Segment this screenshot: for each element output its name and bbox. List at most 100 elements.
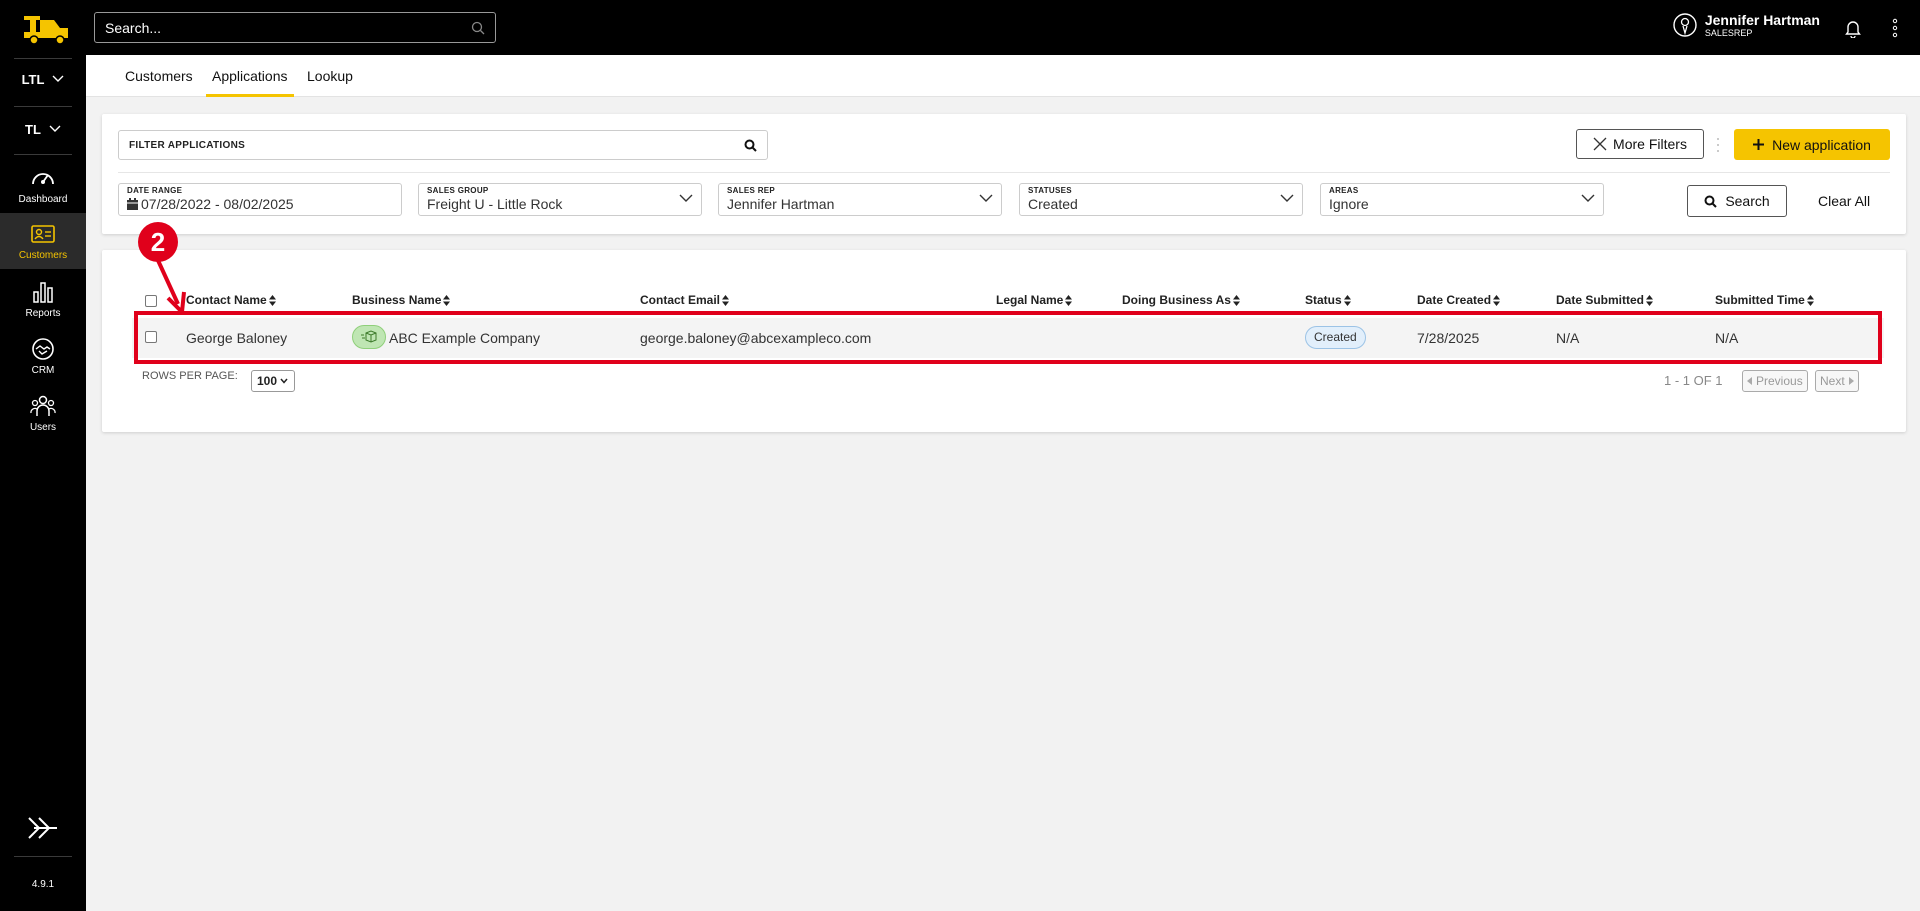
rows-per-page-value: 100 <box>257 374 278 388</box>
chevron-down-icon <box>979 194 993 202</box>
sidebar-item-reports[interactable]: Reports <box>0 271 86 327</box>
truck-logo-icon[interactable] <box>20 10 72 46</box>
more-filters-button[interactable]: More Filters <box>1576 129 1704 159</box>
annotation-arrow-icon <box>154 255 186 314</box>
sidebar-item-label: Customers <box>18 249 68 261</box>
column-header-date-submitted[interactable]: Date Submitted <box>1556 293 1654 307</box>
sidebar-item-users[interactable]: Users <box>0 385 86 441</box>
new-application-button[interactable]: New application <box>1734 129 1890 160</box>
clear-all-button[interactable]: Clear All <box>1818 193 1870 209</box>
user-menu[interactable]: Jennifer Hartman SALESREP <box>1673 12 1820 38</box>
areas-label: AREAS <box>1329 186 1359 195</box>
column-header-label: Contact Email <box>640 293 721 307</box>
sort-icon <box>722 294 730 306</box>
filter-applications-input[interactable]: FILTER APPLICATIONS <box>118 130 768 160</box>
close-icon <box>1593 137 1607 151</box>
column-header-label: Legal Name <box>996 293 1064 307</box>
sort-icon <box>1493 294 1501 306</box>
next-page-button[interactable]: Next <box>1815 370 1859 392</box>
search-icon[interactable] <box>471 21 485 35</box>
sidebar-item-crm[interactable]: CRM <box>0 328 86 384</box>
column-header-doing-business-as[interactable]: Doing Business As <box>1122 293 1240 307</box>
sales-rep-select[interactable]: SALES REP Jennifer Hartman <box>718 183 1002 216</box>
sidebar-item-dashboard[interactable]: Dashboard <box>0 157 86 213</box>
annotation-highlight-box <box>134 311 1882 364</box>
tab-customers[interactable]: Customers <box>119 55 199 97</box>
next-label: Next <box>1820 374 1845 388</box>
bell-icon[interactable] <box>1844 18 1862 38</box>
statuses-select[interactable]: STATUSES Created <box>1019 183 1303 216</box>
date-range-label: DATE RANGE <box>127 186 183 195</box>
rows-per-page-label: ROWS PER PAGE: <box>142 370 238 382</box>
expand-sidebar-icon[interactable] <box>26 815 60 841</box>
sidebar-item-label: CRM <box>31 364 55 376</box>
search-icon <box>1704 195 1718 208</box>
rows-per-page-select[interactable]: 100 <box>251 370 295 392</box>
sort-icon <box>1232 294 1240 306</box>
user-name: Jennifer Hartman <box>1704 12 1820 28</box>
filter-panel: FILTER APPLICATIONS More Filters New app… <box>102 114 1906 234</box>
column-header-legal-name[interactable]: Legal Name <box>996 293 1073 307</box>
column-header-contact-name[interactable]: Contact Name <box>186 293 276 307</box>
sort-icon <box>1646 294 1654 306</box>
chevron-down-icon <box>679 194 693 202</box>
global-search-input[interactable] <box>105 19 471 36</box>
column-header-label: Doing Business As <box>1122 293 1231 307</box>
id-card-icon <box>31 224 55 243</box>
users-icon <box>30 395 56 416</box>
sort-icon <box>443 294 451 306</box>
plus-icon <box>1753 139 1765 150</box>
tab-applications[interactable]: Applications <box>206 55 294 97</box>
statuses-value: Created <box>1028 196 1078 212</box>
column-header-label: Date Submitted <box>1556 293 1645 307</box>
sort-icon <box>1065 294 1073 306</box>
date-range-picker[interactable]: DATE RANGE 07/28/2022 - 08/02/2025 <box>118 183 402 216</box>
sidebar-dropdown-label: TL <box>25 121 41 137</box>
sidebar: LTL TL Dashboard Customers Reports CRM U… <box>0 0 86 911</box>
tab-lookup[interactable]: Lookup <box>301 55 359 97</box>
sidebar-item-label: Users <box>29 421 57 433</box>
sidebar-divider <box>14 154 72 155</box>
gauge-icon <box>32 172 54 184</box>
bar-chart-icon <box>33 281 53 303</box>
app-version: 4.9.1 <box>31 879 55 890</box>
kebab-menu-icon[interactable] <box>1892 18 1898 38</box>
column-header-label: Submitted Time <box>1715 293 1805 307</box>
areas-select[interactable]: AREAS Ignore <box>1320 183 1604 216</box>
handshake-icon <box>32 337 54 360</box>
chevron-down-icon <box>1280 194 1294 202</box>
sidebar-dropdown-tl[interactable]: TL <box>14 112 72 146</box>
filter-divider <box>118 172 1890 173</box>
sales-group-select[interactable]: SALES GROUP Freight U - Little Rock <box>418 183 702 216</box>
pagination-info: 1 - 1 OF 1 <box>1664 373 1723 388</box>
search-button[interactable]: Search <box>1687 185 1787 217</box>
user-role: SALESREP <box>1704 28 1753 38</box>
previous-page-button[interactable]: Previous <box>1742 370 1808 392</box>
column-header-status[interactable]: Status <box>1305 293 1351 307</box>
chevron-down-icon <box>49 125 61 132</box>
sidebar-divider <box>14 106 72 107</box>
column-header-submitted-time[interactable]: Submitted Time <box>1715 293 1814 307</box>
calendar-icon <box>127 198 138 210</box>
sidebar-item-customers[interactable]: Customers <box>0 213 86 269</box>
section-tabs: Customers Applications Lookup <box>86 55 1920 97</box>
column-header-business-name[interactable]: Business Name <box>352 293 451 307</box>
top-bar: Jennifer Hartman SALESREP <box>86 0 1920 55</box>
sales-group-value: Freight U - Little Rock <box>427 196 563 212</box>
sort-icon <box>1806 294 1814 306</box>
column-header-label: Status <box>1305 293 1342 307</box>
sidebar-item-label: Dashboard <box>18 193 68 205</box>
more-filters-label: More Filters <box>1613 136 1687 152</box>
search-icon[interactable] <box>744 139 757 152</box>
filter-placeholder: FILTER APPLICATIONS <box>129 139 246 151</box>
column-header-label: Contact Name <box>186 293 267 307</box>
sidebar-dropdown-label: LTL <box>21 71 45 87</box>
column-header-contact-email[interactable]: Contact Email <box>640 293 730 307</box>
chevron-down-icon <box>52 75 64 82</box>
column-header-date-created[interactable]: Date Created <box>1417 293 1501 307</box>
sidebar-divider <box>14 856 72 857</box>
global-search[interactable] <box>94 12 496 43</box>
search-button-label: Search <box>1725 193 1770 209</box>
caret-left-icon <box>1747 377 1752 385</box>
sidebar-dropdown-ltl[interactable]: LTL <box>14 62 72 96</box>
